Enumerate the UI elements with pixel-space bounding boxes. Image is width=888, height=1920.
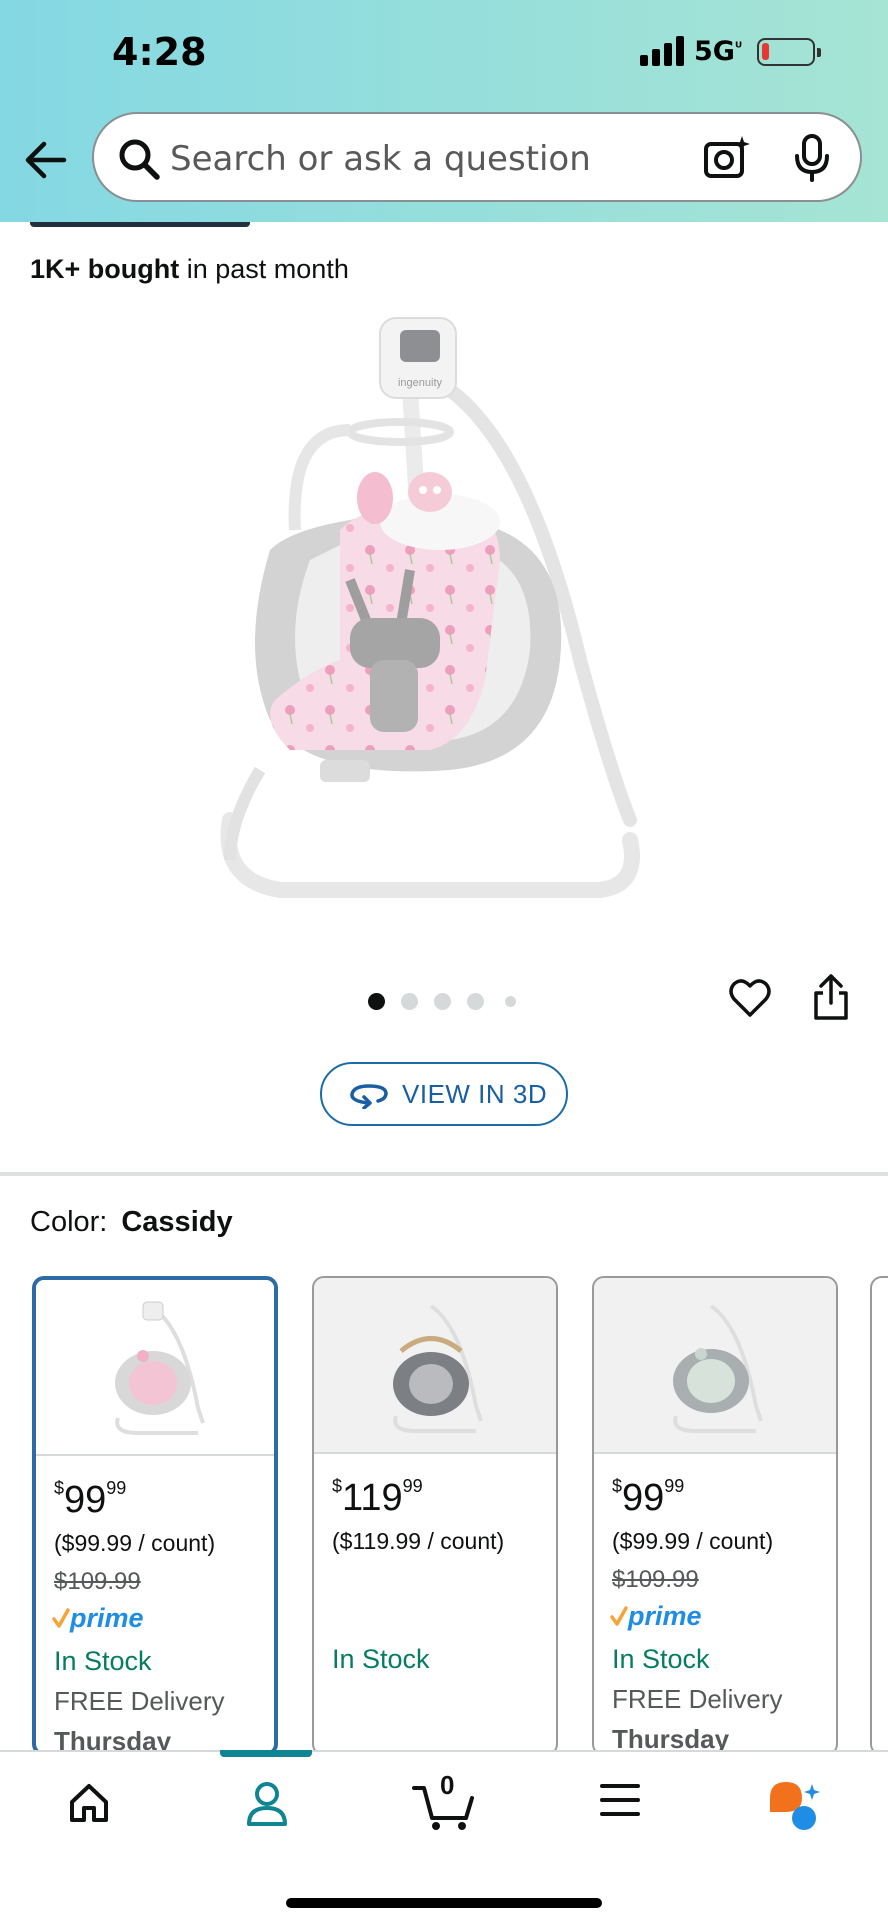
swatch-delivery: FREE Delivery	[612, 1684, 783, 1714]
search-input[interactable]	[170, 134, 650, 184]
swatch-image	[314, 1278, 556, 1454]
color-label: Color:	[30, 1206, 108, 1238]
color-swatch-cassidy[interactable]: $9999 ($99.99 / count) $109.99 prime In …	[32, 1276, 278, 1756]
bought-suffix: in past month	[179, 254, 349, 284]
prime-badge: prime	[610, 1601, 702, 1636]
swatch-image	[594, 1278, 836, 1454]
share-icon[interactable]	[812, 973, 850, 1021]
swatch-was-price: $109.99	[612, 1566, 699, 1593]
image-dot[interactable]	[505, 996, 516, 1007]
prime-check-icon	[52, 1608, 70, 1628]
search-icon[interactable]	[116, 136, 162, 182]
swatch-stock: In Stock	[54, 1646, 152, 1676]
color-swatch-2[interactable]: $11999 ($119.99 / count) In Stock	[312, 1276, 558, 1756]
signal-icon	[640, 36, 686, 66]
image-dot[interactable]	[467, 993, 484, 1010]
view-in-3d-button[interactable]: VIEW IN 3D	[320, 1062, 568, 1126]
menu-icon[interactable]	[598, 1780, 642, 1820]
image-dot[interactable]	[401, 993, 418, 1010]
swatch-unit-price: ($99.99 / count)	[54, 1530, 216, 1556]
swatch-price: $9999	[612, 1476, 685, 1519]
status-time: 4:28	[112, 30, 207, 74]
section-divider	[0, 1172, 888, 1176]
bought-count: 1K+ bought	[30, 254, 180, 284]
rufus-icon[interactable]	[766, 1780, 826, 1832]
rotate-3d-icon	[350, 1084, 388, 1109]
cart-count: 0	[440, 1770, 455, 1800]
brand-mark: ingenuity	[398, 377, 443, 389]
color-swatch-4-partial[interactable]	[870, 1276, 888, 1756]
swatch-image	[36, 1280, 274, 1456]
swatch-stock: In Stock	[612, 1644, 710, 1674]
battery-icon	[757, 38, 821, 66]
home-icon[interactable]	[66, 1780, 112, 1826]
active-tab-indicator	[220, 1750, 312, 1757]
heart-icon[interactable]	[728, 977, 772, 1019]
image-dot[interactable]	[434, 993, 451, 1010]
app-header: 4:28 5Gᵁ	[0, 0, 888, 222]
camera-icon[interactable]	[702, 134, 750, 182]
bottom-nav: 0	[0, 1750, 888, 1920]
view-in-3d-label: VIEW IN 3D	[402, 1079, 548, 1109]
network-label: 5Gᵁ	[694, 36, 743, 67]
color-value: Cassidy	[121, 1206, 233, 1238]
mic-icon[interactable]	[792, 132, 832, 184]
swatch-price: $11999	[332, 1476, 423, 1519]
back-arrow-icon[interactable]	[22, 138, 68, 182]
buy-box-edge	[30, 222, 250, 227]
search-bar[interactable]	[92, 112, 862, 202]
account-icon[interactable]	[244, 1780, 290, 1828]
swatch-was-price: $109.99	[54, 1568, 141, 1595]
image-dot[interactable]	[368, 993, 385, 1010]
swatch-stock: In Stock	[332, 1644, 430, 1674]
swatch-price: $9999	[54, 1478, 127, 1521]
prime-badge: prime	[52, 1603, 144, 1638]
home-indicator	[286, 1898, 602, 1908]
swatch-unit-price: ($119.99 / count)	[332, 1528, 505, 1554]
swatch-unit-price: ($99.99 / count)	[612, 1528, 774, 1554]
bought-count-text: 1K+ bought in past month	[30, 254, 349, 285]
product-image[interactable]: ingenuity	[200, 300, 680, 920]
swatch-delivery: FREE Delivery	[54, 1686, 225, 1716]
prime-check-icon	[610, 1606, 628, 1626]
color-selector-label: Color: Cassidy	[30, 1206, 233, 1239]
color-swatch-3[interactable]: $9999 ($99.99 / count) $109.99 prime In …	[592, 1276, 838, 1756]
